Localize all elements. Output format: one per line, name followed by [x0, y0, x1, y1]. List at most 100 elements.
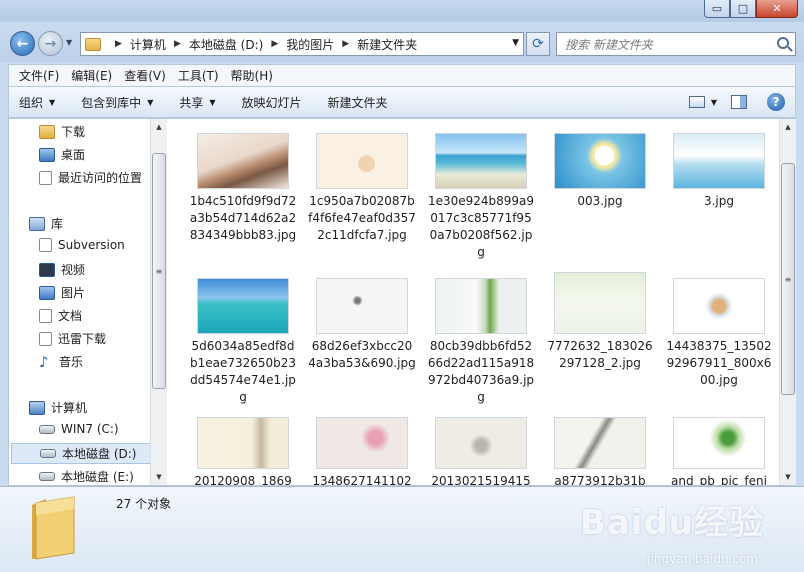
title-bar: ▭ □ ✕	[0, 0, 804, 22]
breadcrumb-my-pictures[interactable]: 我的图片	[286, 36, 334, 53]
menu-bar: 文件(F) 编辑(E) 查看(V) 工具(T) 帮助(H)	[8, 64, 796, 86]
preview-pane-icon[interactable]	[731, 95, 747, 109]
pictures-icon	[39, 285, 55, 300]
file-view: 1b4c510fd9f9d72a3b54d714d62a2834349bbb83…	[177, 119, 780, 485]
file-item[interactable]: 1348627141102	[308, 405, 416, 485]
menu-file[interactable]: 文件(F)	[13, 67, 65, 84]
sidebar-item-recent-places[interactable]: 最近访问的位置	[39, 169, 142, 186]
navigation-pane-scrollbar[interactable]: ▲ ≡ ▼	[150, 119, 167, 485]
search-icon[interactable]	[777, 37, 789, 49]
file-item[interactable]: 3.jpg	[665, 119, 773, 269]
item-count: 27 个对象	[116, 497, 172, 511]
menu-view[interactable]: 查看(V)	[118, 67, 172, 84]
file-item[interactable]: 2013021519415	[427, 405, 535, 485]
chevron-right-icon[interactable]: ▶	[342, 39, 349, 49]
xunlei-library-icon	[39, 331, 52, 346]
file-item[interactable]: a8773912b31b	[546, 405, 654, 485]
breadcrumb-new-folder[interactable]: 新建文件夹	[357, 36, 417, 53]
file-item[interactable]: 1c950a7b02087bf4f6fe47eaf0d3572c11dfcfa7…	[308, 119, 416, 269]
sidebar-item-label: 最近访问的位置	[58, 171, 143, 185]
computer-icon	[29, 400, 45, 415]
new-folder-button[interactable]: 新建文件夹	[328, 94, 388, 111]
include-in-library-button[interactable]: 包含到库中 ▼	[81, 94, 153, 111]
scrollbar-thumb[interactable]: ≡	[781, 163, 795, 395]
sidebar-item-music[interactable]: ♪ 音乐	[39, 353, 83, 370]
file-item[interactable]: 7772632_183026297128_2.jpg	[546, 264, 654, 409]
search-input[interactable]: 搜索 新建文件夹	[556, 32, 796, 56]
file-item[interactable]: 003.jpg	[546, 119, 654, 269]
drive-icon	[40, 449, 56, 458]
image-thumbnail	[197, 417, 289, 469]
image-thumbnail	[673, 278, 765, 334]
file-item[interactable]: 14438375_1350292967911_800x600.jpg	[665, 264, 773, 409]
sidebar-item-downloads[interactable]: 下载	[39, 123, 85, 140]
file-item[interactable]: 5d6034a85edf8db1eae732650b23dd54574e74e1…	[189, 264, 297, 409]
image-thumbnail	[554, 133, 646, 189]
refresh-button[interactable]: ⟳	[526, 32, 550, 56]
system-drive-icon	[39, 424, 55, 434]
maximize-button[interactable]: □	[730, 0, 756, 18]
image-thumbnail	[316, 133, 408, 189]
sidebar-item-pictures[interactable]: 图片	[39, 284, 85, 301]
chevron-right-icon[interactable]: ▶	[115, 39, 122, 49]
address-bar[interactable]: ▶ 计算机 ▶ 本地磁盘 (D:) ▶ 我的图片 ▶ 新建文件夹 ▼	[80, 32, 524, 56]
file-name: 20120908_1869	[194, 474, 292, 485]
menu-edit[interactable]: 编辑(E)	[65, 67, 118, 84]
sidebar-item-drive-d[interactable]: 本地磁盘 (D:)	[11, 443, 157, 464]
sidebar-item-documents[interactable]: 文档	[39, 307, 82, 324]
sidebar-item-computer[interactable]: 计算机	[29, 399, 87, 416]
back-button[interactable]: ←	[10, 31, 35, 56]
file-name: 1c950a7b02087bf4f6fe47eaf0d3572c11dfcfa7…	[308, 194, 416, 242]
file-name: 7772632_183026297128_2.jpg	[547, 339, 653, 370]
minimize-button[interactable]: ▭	[704, 0, 730, 18]
change-view-icon[interactable]	[688, 96, 705, 108]
scroll-up-icon[interactable]: ▲	[151, 119, 167, 135]
sidebar-item-desktop[interactable]: 桌面	[39, 146, 85, 163]
scroll-down-icon[interactable]: ▼	[151, 469, 167, 485]
menu-tools[interactable]: 工具(T)	[172, 67, 225, 84]
sidebar-item-xunlei[interactable]: 迅雷下载	[39, 330, 106, 347]
sidebar-item-libraries[interactable]: 库	[29, 215, 63, 232]
scroll-down-icon[interactable]: ▼	[780, 469, 796, 485]
address-dropdown-icon[interactable]: ▼	[512, 38, 519, 48]
breadcrumb-computer[interactable]: 计算机	[130, 36, 166, 53]
file-item[interactable]: 20120908_1869	[189, 405, 297, 485]
sidebar-item-subversion[interactable]: Subversion	[39, 238, 125, 252]
file-item[interactable]: 68d26ef3xbcc204a3ba53&690.jpg	[308, 264, 416, 409]
file-name: 1348627141102	[312, 474, 412, 485]
file-item[interactable]: and_pb_pic_feni	[665, 405, 773, 485]
desktop-icon	[39, 147, 55, 162]
scroll-up-icon[interactable]: ▲	[780, 119, 796, 135]
downloads-folder-icon	[39, 124, 55, 139]
sidebar-item-videos[interactable]: 视频	[39, 261, 85, 278]
file-item[interactable]: 1b4c510fd9f9d72a3b54d714d62a2834349bbb83…	[189, 119, 297, 269]
file-name: 2013021519415	[431, 474, 531, 485]
file-item[interactable]: 80cb39dbb6fd5266d22ad115a918972bd40736a9…	[427, 264, 535, 409]
file-name: 5d6034a85edf8db1eae732650b23dd54574e74e1…	[189, 339, 297, 404]
organize-button[interactable]: 组织 ▼	[19, 94, 55, 111]
watermark-url: jingyan.baidu.com	[647, 552, 758, 566]
close-button[interactable]: ✕	[756, 0, 798, 18]
share-button[interactable]: 共享 ▼	[179, 94, 215, 111]
menu-help[interactable]: 帮助(H)	[225, 67, 279, 84]
folder-icon	[32, 496, 75, 560]
file-item[interactable]: 1e30e924b899a9017c3c85771f950a7b0208f562…	[427, 119, 535, 269]
forward-button[interactable]: →	[38, 31, 63, 56]
sidebar-item-drive-e[interactable]: 本地磁盘 (E:)	[39, 468, 134, 485]
view-dropdown-icon[interactable]: ▼	[711, 98, 717, 107]
file-name: a8773912b31b	[554, 474, 646, 485]
slideshow-button[interactable]: 放映幻灯片	[242, 94, 302, 111]
music-icon: ♪	[39, 352, 49, 371]
recent-pages-dropdown-icon[interactable]: ▼	[66, 38, 72, 47]
chevron-down-icon: ▼	[147, 97, 154, 107]
file-name: 1e30e924b899a9017c3c85771f950a7b0208f562…	[427, 194, 535, 259]
chevron-right-icon[interactable]: ▶	[174, 39, 181, 49]
scrollbar-thumb[interactable]: ≡	[152, 153, 166, 389]
chevron-right-icon[interactable]: ▶	[271, 39, 278, 49]
image-thumbnail	[673, 133, 765, 189]
command-bar: 组织 ▼ 包含到库中 ▼ 共享 ▼ 放映幻灯片 新建文件夹 ▼ ?	[8, 86, 796, 118]
file-view-scrollbar[interactable]: ▲ ≡ ▼	[779, 119, 796, 485]
help-button[interactable]: ?	[767, 93, 785, 111]
sidebar-item-drive-c[interactable]: WIN7 (C:)	[39, 422, 119, 436]
breadcrumb-drive-d[interactable]: 本地磁盘 (D:)	[189, 36, 263, 53]
